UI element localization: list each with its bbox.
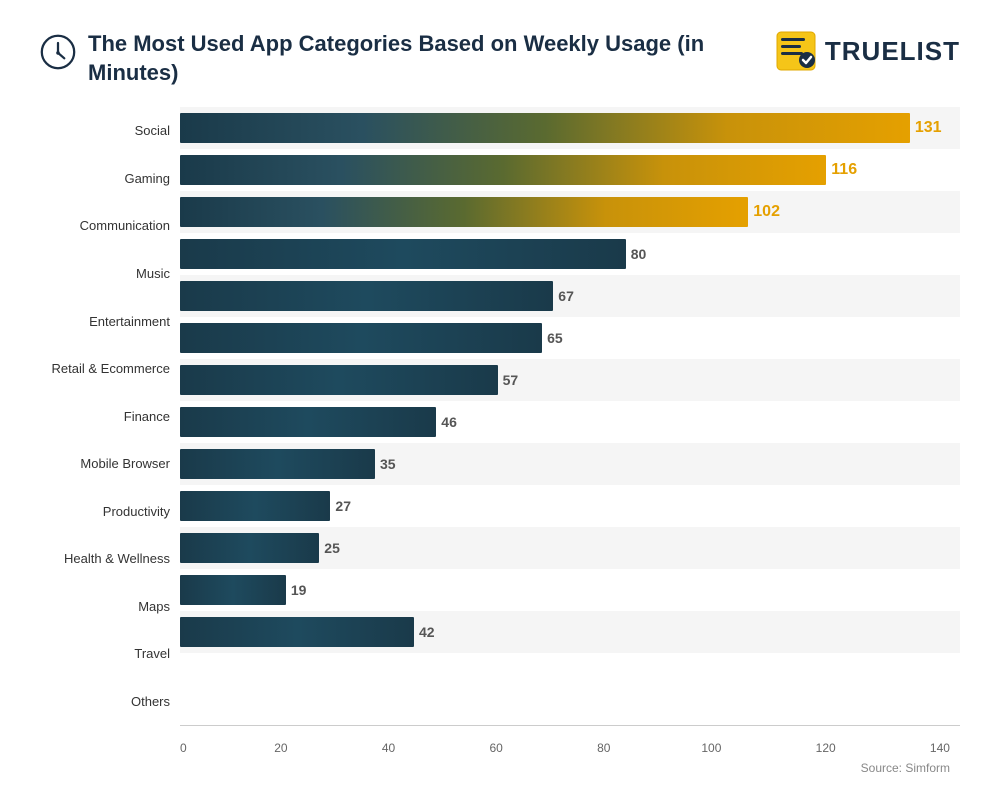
bar-row: 65 [180, 317, 960, 359]
y-label: Finance [40, 395, 170, 437]
y-label: Travel [40, 633, 170, 675]
x-tick: 20 [274, 741, 287, 755]
bar-value: 116 [831, 161, 857, 179]
chart-title: The Most Used App Categories Based on We… [88, 30, 775, 87]
bar-wrapper: 27 [180, 485, 960, 527]
bar-row: 25 [180, 527, 960, 569]
y-label: Communication [40, 205, 170, 247]
x-axis: 0 20 40 60 80 100 120 140 [180, 725, 960, 755]
bar-wrapper: 116 [180, 149, 960, 191]
y-label: Others [40, 680, 170, 722]
bar-value: 19 [291, 582, 307, 598]
clock-icon [40, 34, 76, 70]
x-tick: 0 [180, 741, 187, 755]
bar-row: 19 [180, 569, 960, 611]
y-label: Health & Wellness [40, 538, 170, 580]
bar [180, 239, 626, 269]
truelist-logo-icon [775, 30, 817, 72]
x-ticks: 0 20 40 60 80 100 120 140 [180, 741, 960, 755]
bar-wrapper: 80 [180, 233, 960, 275]
y-label: Social [40, 110, 170, 152]
y-axis-labels: Social Gaming Communication Music Entertainm… [40, 107, 180, 755]
bar [180, 197, 748, 227]
bar-wrapper: 42 [180, 611, 960, 653]
logo-block: TRUELIST [775, 30, 960, 72]
bar [180, 113, 910, 143]
y-label: Retail & Ecommerce [40, 348, 170, 390]
x-tick: 100 [701, 741, 721, 755]
bar-value: 65 [547, 330, 563, 346]
bar-value: 131 [915, 119, 942, 137]
x-tick: 40 [382, 741, 395, 755]
source-text: Source: Simform [40, 761, 960, 775]
bar-row: 67 [180, 275, 960, 317]
bar [180, 449, 375, 479]
bar [180, 617, 414, 647]
bar-wrapper: 19 [180, 569, 960, 611]
bar-wrapper: 35 [180, 443, 960, 485]
title-block: The Most Used App Categories Based on We… [40, 30, 775, 87]
x-tick: 140 [930, 741, 950, 755]
x-tick: 120 [816, 741, 836, 755]
bar [180, 407, 436, 437]
bar [180, 323, 542, 353]
bar-value: 25 [324, 540, 340, 556]
bar-value: 35 [380, 456, 396, 472]
bar-row: 116 [180, 149, 960, 191]
chart-area: Social Gaming Communication Music Entertainm… [40, 107, 960, 755]
header: The Most Used App Categories Based on We… [40, 30, 960, 87]
y-label: Mobile Browser [40, 443, 170, 485]
x-tick: 80 [597, 741, 610, 755]
y-label: Entertainment [40, 300, 170, 342]
bar-value: 27 [335, 498, 351, 514]
bar-row: 102 [180, 191, 960, 233]
bar-wrapper: 102 [180, 191, 960, 233]
bar [180, 365, 498, 395]
bar-value: 57 [503, 372, 519, 388]
bar-wrapper: 25 [180, 527, 960, 569]
bar [180, 533, 319, 563]
y-label: Gaming [40, 157, 170, 199]
bar-value: 46 [441, 414, 457, 430]
x-tick: 60 [489, 741, 502, 755]
bar-value: 102 [753, 203, 780, 221]
y-label: Maps [40, 585, 170, 627]
bar-value: 80 [631, 246, 647, 262]
bars-container: 131 116 102 80 67 65 57 46 35 27 25 19 42 [180, 107, 960, 725]
logo-text: TRUELIST [825, 36, 960, 67]
bar [180, 281, 553, 311]
bar-wrapper: 67 [180, 275, 960, 317]
bar-row: 35 [180, 443, 960, 485]
y-label: Music [40, 252, 170, 294]
bar-row: 42 [180, 611, 960, 653]
bar-value: 67 [558, 288, 574, 304]
bar-wrapper: 57 [180, 359, 960, 401]
bar [180, 491, 330, 521]
bar-row: 131 [180, 107, 960, 149]
bar-wrapper: 65 [180, 317, 960, 359]
bar-row: 27 [180, 485, 960, 527]
bar [180, 155, 826, 185]
bar-row: 57 [180, 359, 960, 401]
bar-row: 80 [180, 233, 960, 275]
chart-body: 13111610280676557463527251942 0204060801… [180, 107, 960, 755]
bar-value: 42 [419, 624, 435, 640]
bar-wrapper: 46 [180, 401, 960, 443]
bar-row: 46 [180, 401, 960, 443]
bar [180, 575, 286, 605]
y-label: Productivity [40, 490, 170, 532]
bar-wrapper: 131 [180, 107, 960, 149]
